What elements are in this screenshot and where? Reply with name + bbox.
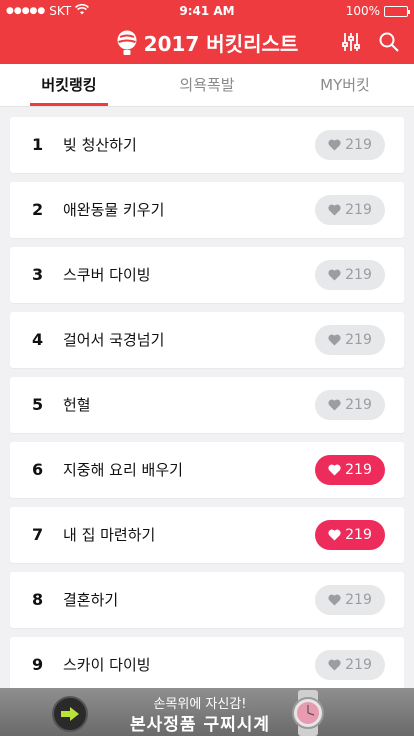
list-item[interactable]: 9 스카이 다이빙 219 (10, 637, 404, 693)
like-button[interactable]: 219 (315, 260, 385, 290)
like-count: 219 (345, 462, 372, 478)
like-count: 219 (345, 267, 372, 283)
like-count: 219 (345, 202, 372, 218)
item-rank: 4 (32, 330, 44, 349)
like-button[interactable]: 219 (315, 585, 385, 615)
list-item[interactable]: 4 걸어서 국경넘기 219 (10, 312, 404, 368)
item-rank: 2 (32, 200, 44, 219)
list-item[interactable]: 7 내 집 마련하기 219 (10, 507, 404, 563)
like-count: 219 (345, 527, 372, 543)
app-title: 2017 버킷리스트 (143, 32, 299, 56)
item-name: 결혼하기 (63, 591, 119, 609)
balloon-logo-icon (116, 30, 138, 56)
tab-my-bucket[interactable]: MY버킷 (276, 64, 414, 106)
heart-icon (328, 529, 341, 541)
item-name: 애완동물 키우기 (63, 201, 165, 219)
heart-icon (328, 659, 341, 671)
like-button[interactable]: 219 (315, 325, 385, 355)
like-count: 219 (345, 137, 372, 153)
item-name: 스쿠버 다이빙 (63, 266, 151, 284)
heart-icon (328, 399, 341, 411)
filter-sliders-icon[interactable] (340, 31, 362, 53)
heart-icon (328, 204, 341, 216)
item-name: 빚 청산하기 (63, 136, 137, 154)
battery-percent: 100% (345, 4, 380, 18)
item-rank: 3 (32, 265, 44, 284)
ad-arrow-button[interactable] (52, 696, 88, 732)
item-rank: 7 (32, 525, 44, 544)
like-count: 219 (345, 397, 372, 413)
tab-motivation[interactable]: 의욕폭발 (138, 64, 276, 106)
item-name: 지중해 요리 배우기 (63, 461, 183, 479)
heart-icon (328, 594, 341, 606)
battery-icon (384, 5, 410, 17)
list-item[interactable]: 6 지중해 요리 배우기 219 (10, 442, 404, 498)
list-item[interactable]: 2 애완동물 키우기 219 (10, 182, 404, 238)
like-button[interactable]: 219 (315, 455, 385, 485)
bucket-list: 1 빚 청산하기 219 2 애완동물 키우기 219 3 스쿠버 다이빙 219 4 걸어서 국경… (10, 117, 404, 702)
like-button[interactable]: 219 (315, 520, 385, 550)
list-item[interactable]: 8 결혼하기 219 (10, 572, 404, 628)
search-icon[interactable] (378, 31, 400, 53)
item-name: 내 집 마련하기 (63, 526, 156, 544)
status-bar: ●●●●● SKT 9:41 AM 100% (0, 0, 414, 22)
item-rank: 6 (32, 460, 44, 479)
heart-icon (328, 464, 341, 476)
like-button[interactable]: 219 (315, 390, 385, 420)
tab-bar: 버킷랭킹 의욕폭발 MY버킷 (0, 64, 414, 107)
ad-banner[interactable]: 손목위에 자신감! 본사정품 구찌시계 (0, 688, 414, 736)
arrow-right-icon (61, 707, 79, 721)
list-item[interactable]: 5 헌혈 219 (10, 377, 404, 433)
item-name: 헌혈 (63, 396, 91, 414)
item-name: 스카이 다이빙 (63, 656, 151, 674)
like-button[interactable]: 219 (315, 130, 385, 160)
heart-icon (328, 334, 341, 346)
list-item[interactable]: 3 스쿠버 다이빙 219 (10, 247, 404, 303)
like-button[interactable]: 219 (315, 650, 385, 680)
item-name: 걸어서 국경넘기 (63, 331, 165, 349)
like-button[interactable]: 219 (315, 195, 385, 225)
app-header: 2017 버킷리스트 (0, 22, 414, 64)
like-count: 219 (345, 332, 372, 348)
like-count: 219 (345, 592, 372, 608)
tab-bucket-ranking[interactable]: 버킷랭킹 (0, 64, 138, 106)
item-rank: 1 (32, 135, 44, 154)
list-item[interactable]: 1 빚 청산하기 219 (10, 117, 404, 173)
heart-icon (328, 269, 341, 281)
item-rank: 9 (32, 655, 44, 674)
watch-image (282, 690, 334, 736)
item-rank: 8 (32, 590, 44, 609)
like-count: 219 (345, 657, 372, 673)
heart-icon (328, 139, 341, 151)
ad-line2: 본사정품 구찌시계 (129, 715, 271, 735)
item-rank: 5 (32, 395, 44, 414)
